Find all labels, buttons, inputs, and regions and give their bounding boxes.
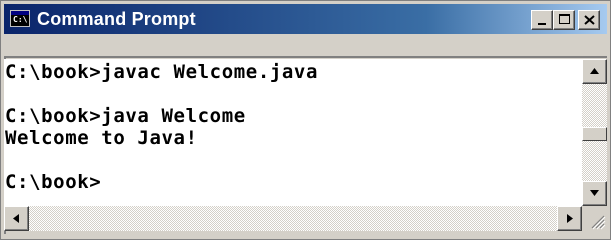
arrow-up-icon [590,68,599,74]
console-line: Welcome to Java! [5,127,198,149]
console-line: C:\book>javac Welcome.java [5,61,319,83]
maximize-button[interactable] [553,10,575,30]
scroll-left-button[interactable] [4,206,29,231]
console-line: C:\book>java Welcome [5,105,246,127]
scroll-right-button[interactable] [557,206,582,231]
title-bar[interactable]: C:\ Command Prompt [4,4,607,34]
scroll-down-button[interactable] [582,181,607,206]
minimize-icon [538,23,546,25]
arrow-right-icon [567,214,573,223]
scroll-up-button[interactable] [582,59,607,84]
console-line: C:\book> [5,171,102,193]
window-title: Command Prompt [37,9,196,29]
arrow-down-icon [590,190,599,196]
icon-label: C:\ [13,15,28,24]
resize-grip[interactable] [582,206,607,231]
command-prompt-window: C:\ Command Prompt C:\book>javac Welcome… [0,0,611,240]
close-button[interactable] [578,10,600,30]
minimize-button[interactable] [531,10,553,30]
close-icon [584,15,595,25]
resize-grip-icon [591,215,606,230]
vertical-scroll-thumb[interactable] [582,127,607,141]
maximize-icon [559,14,570,24]
command-prompt-icon[interactable]: C:\ [10,10,30,27]
console-output[interactable]: C:\book>javac Welcome.java C:\book>java … [4,59,582,206]
arrow-left-icon [13,214,19,223]
horizontal-scrollbar[interactable] [4,206,582,231]
